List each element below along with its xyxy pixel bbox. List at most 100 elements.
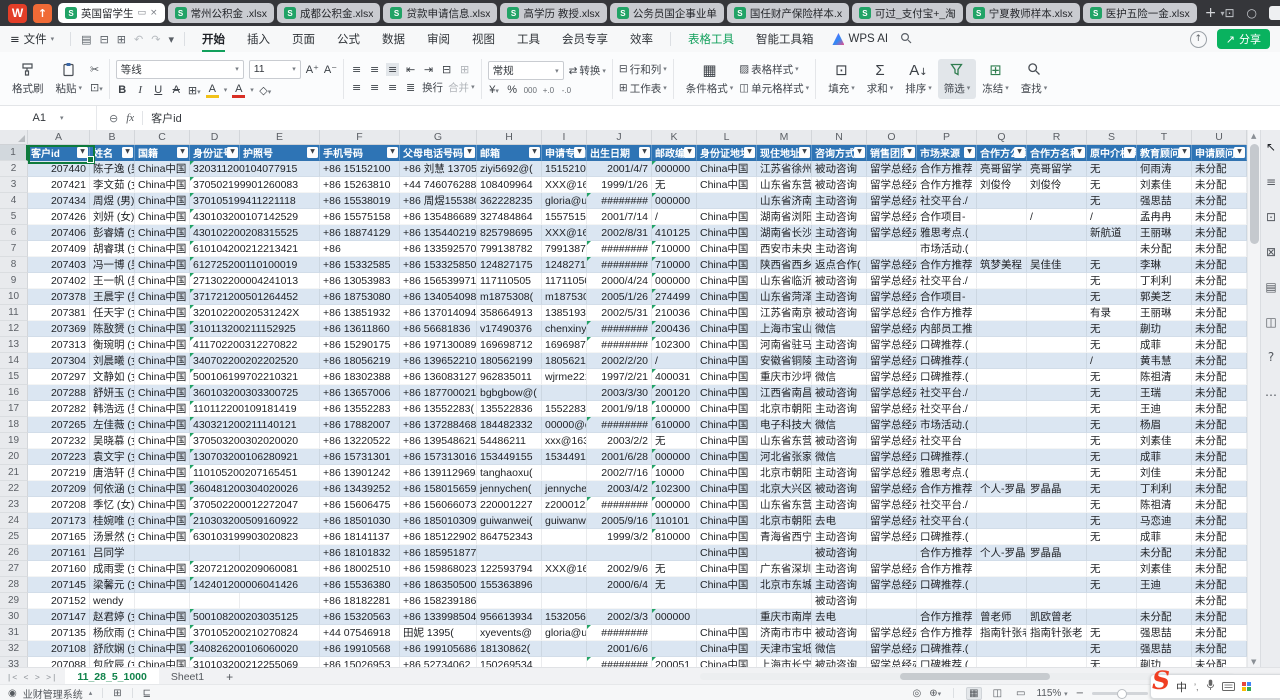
cell[interactable]: +86 18182281	[320, 593, 400, 609]
cell[interactable]: 筑梦美程	[977, 257, 1027, 273]
cell[interactable]: 10000	[652, 465, 697, 481]
cell[interactable]: 主动咨询	[812, 353, 867, 369]
org-structure-icon[interactable]: ⊞	[113, 688, 121, 699]
menu-item-1[interactable]: 开始	[191, 26, 236, 52]
column-header-J[interactable]: J	[587, 130, 652, 145]
cell[interactable]: 合作项目-	[917, 209, 977, 225]
cell[interactable]: 陕西省西乡	[757, 257, 812, 273]
cell[interactable]: +86 15536380	[320, 577, 400, 593]
cell[interactable]	[652, 641, 697, 657]
cell[interactable]: 济南市市中	[757, 625, 812, 641]
cell[interactable]: 留学总经办	[867, 369, 917, 385]
cell[interactable]: m1875308(	[477, 289, 542, 305]
cell[interactable]: 衡琬明 (女	[90, 337, 135, 353]
cell[interactable]	[542, 545, 587, 561]
share-button[interactable]: ↗分享	[1217, 29, 1270, 49]
cell[interactable]: 舒欣娴 (女	[90, 641, 135, 657]
cell[interactable]: ########	[587, 193, 652, 209]
cell[interactable]	[240, 545, 320, 561]
wrap-text-icon[interactable]: ⊟	[440, 63, 453, 76]
cell[interactable]: 207208	[28, 497, 90, 513]
cell[interactable]: 未分配	[1192, 225, 1247, 241]
context-tab-table-tools[interactable]: 表格工具	[677, 26, 745, 52]
cell[interactable]: 370502199901260083	[190, 177, 240, 193]
cell[interactable]: 马恋迪	[1137, 513, 1192, 529]
cell[interactable]: 合作方推荐	[917, 161, 977, 177]
redo-icon[interactable]: ↷	[147, 33, 164, 46]
row-number[interactable]: 19	[0, 433, 28, 449]
cell[interactable]: 370503200302020020	[190, 433, 240, 449]
cell[interactable]	[190, 593, 240, 609]
header-cell[interactable]: 国籍▼	[135, 145, 190, 161]
cell[interactable]: 广东省深圳	[757, 561, 812, 577]
cell[interactable]	[977, 401, 1027, 417]
header-cell[interactable]: 咨询方式▼	[812, 145, 867, 161]
header-cell[interactable]: 市场来源▼	[917, 145, 977, 161]
row-number[interactable]: 8	[0, 257, 28, 273]
cell[interactable]: 李琳	[1137, 257, 1192, 273]
cell[interactable]: /	[1087, 353, 1137, 369]
cell[interactable]: /	[652, 209, 697, 225]
menu-item-3[interactable]: 页面	[281, 26, 326, 52]
align-bottom-icon[interactable]: ≡	[386, 63, 399, 76]
fill-button[interactable]: ⊡ 填充▾	[822, 59, 861, 99]
cell[interactable]: 180562199	[477, 353, 542, 369]
cell[interactable]: 200436	[652, 321, 697, 337]
cell[interactable]: 无	[1087, 289, 1137, 305]
cell[interactable]	[1027, 449, 1087, 465]
cell[interactable]: +86 1971300890	[400, 337, 477, 353]
formula-bar-content[interactable]: 客户id	[151, 110, 182, 126]
cell[interactable]: 合作项目-	[917, 289, 977, 305]
increase-font-icon[interactable]: A⁺	[306, 63, 319, 76]
undo-icon[interactable]: ↶	[130, 33, 147, 46]
convert-button[interactable]: ⇄转换▾	[569, 63, 606, 78]
row-number[interactable]: 26	[0, 545, 28, 561]
cell[interactable]: 黄韦慧	[1137, 353, 1192, 369]
settings-icon[interactable]: ≡	[1266, 175, 1276, 189]
column-header-E[interactable]: E	[240, 130, 320, 145]
worksheet-button[interactable]: ⊞工作表▾	[619, 81, 667, 96]
cell[interactable]: 411702200312270822	[190, 337, 240, 353]
cell[interactable]	[867, 545, 917, 561]
header-cell[interactable]: 邮箱▼	[477, 145, 542, 161]
cell[interactable]: +86 1339985047	[400, 609, 477, 625]
filter-dropdown-icon[interactable]: ▼	[1234, 147, 1245, 158]
cell[interactable]: 799138782	[477, 241, 542, 257]
sheet-tab-11_28_5_1000[interactable]: 11_28_5_1000	[65, 668, 159, 685]
cell[interactable]: +86 1360831276	[400, 369, 477, 385]
cell[interactable]: 河南省驻马	[757, 337, 812, 353]
cell[interactable]: 王晨宇 (男	[90, 289, 135, 305]
cell[interactable]: 710000	[652, 241, 697, 257]
cell[interactable]: +86 1560660733	[400, 497, 477, 513]
cell[interactable]: 未分配	[1192, 401, 1247, 417]
cell[interactable]: 207173	[28, 513, 90, 529]
cell[interactable]: 无	[1087, 625, 1137, 641]
sheet-tab-Sheet1[interactable]: Sheet1	[159, 668, 216, 685]
cell[interactable]	[1087, 609, 1137, 625]
cell[interactable]: 54486211	[477, 433, 542, 449]
cell[interactable]: +86 56681836	[400, 321, 477, 337]
cell[interactable]	[977, 273, 1027, 289]
cell[interactable]: 湖南省长沙	[757, 225, 812, 241]
cell[interactable]: +86 周煜155380	[400, 193, 477, 209]
cell[interactable]: 市场活动.(	[917, 417, 977, 433]
freeze-button[interactable]: ⊞ 冻结▾	[976, 59, 1015, 99]
cell[interactable]: 社交平台./	[917, 385, 977, 401]
cell[interactable]	[542, 593, 587, 609]
row-number[interactable]: 16	[0, 385, 28, 401]
cell[interactable]: 重庆市沙坪	[757, 369, 812, 385]
cell[interactable]: xyevents@	[477, 625, 542, 641]
cell[interactable]: ########	[587, 337, 652, 353]
cell[interactable]: 220001227	[477, 497, 542, 513]
header-cell[interactable]: 邮政编码▼	[652, 145, 697, 161]
cell[interactable]: 社交平台./	[917, 401, 977, 417]
font-color-icon[interactable]: A	[232, 83, 245, 98]
cell[interactable]: 北京市朝阳	[757, 401, 812, 417]
cell[interactable]: 未分配	[1192, 609, 1247, 625]
cell[interactable]	[867, 593, 917, 609]
cell[interactable]: 未分配	[1137, 609, 1192, 625]
cell[interactable]: China中国	[697, 369, 757, 385]
cell[interactable]: 留学总经办	[867, 385, 917, 401]
cell[interactable]	[977, 561, 1027, 577]
toolbox-grid-icon[interactable]	[1242, 682, 1251, 691]
